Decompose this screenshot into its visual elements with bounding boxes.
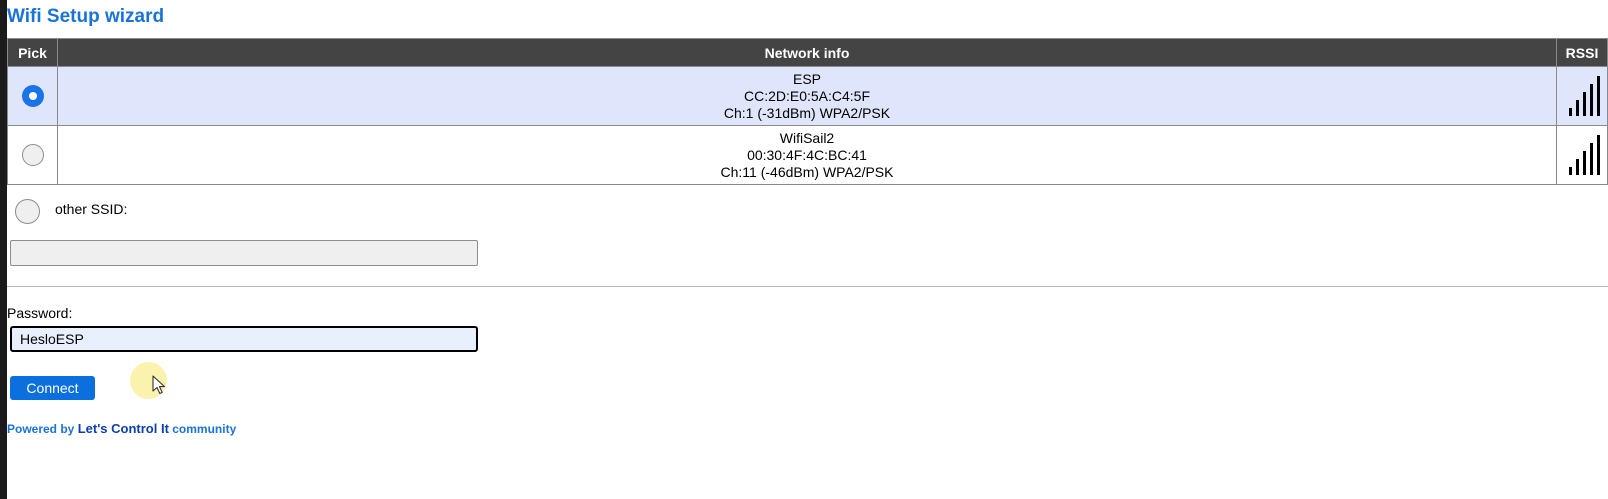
rssi-cell xyxy=(1556,125,1608,185)
table-row[interactable]: WifiSail2 00:30:4F:4C:BC:41 Ch:11 (-46dB… xyxy=(7,125,1608,185)
footer: Powered by Let's Control It community xyxy=(7,421,236,436)
pick-cell[interactable] xyxy=(7,125,58,185)
network-ssid: WifiSail2 xyxy=(779,129,835,146)
network-details: Ch:1 (-31dBm) WPA2/PSK xyxy=(723,104,891,121)
page-title: Wifi Setup wizard xyxy=(7,6,165,27)
network-table: Pick Network info RSSI ESP CC:2D:E0:5A:C… xyxy=(7,38,1608,185)
wifi-setup-page: Wifi Setup wizard Pick Network info RSSI… xyxy=(7,0,1608,499)
password-label: Password: xyxy=(7,305,73,321)
radio-selected-icon[interactable] xyxy=(21,85,44,107)
table-header-row: Pick Network info RSSI xyxy=(7,38,1608,67)
window-edge xyxy=(0,0,7,499)
other-ssid-input[interactable] xyxy=(10,240,478,266)
network-bssid: CC:2D:E0:5A:C4:5F xyxy=(743,87,871,104)
header-rssi: RSSI xyxy=(1556,38,1608,67)
network-ssid: ESP xyxy=(792,70,821,87)
network-bssid: 00:30:4F:4C:BC:41 xyxy=(747,146,867,163)
network-info-cell[interactable]: WifiSail2 00:30:4F:4C:BC:41 Ch:11 (-46dB… xyxy=(57,125,1557,185)
radio-unselected-icon[interactable] xyxy=(15,199,40,224)
rssi-cell xyxy=(1556,66,1608,126)
other-ssid-label: other SSID: xyxy=(55,200,128,217)
mouse-cursor-icon xyxy=(152,375,166,395)
signal-strength-icon xyxy=(1565,135,1600,175)
radio-unselected-icon[interactable] xyxy=(21,144,44,166)
connect-button[interactable]: Connect xyxy=(10,376,95,400)
other-ssid-option[interactable]: other SSID: xyxy=(15,199,127,224)
network-info-cell[interactable]: ESP CC:2D:E0:5A:C4:5F Ch:1 (-31dBm) WPA2… xyxy=(57,66,1557,126)
table-row[interactable]: ESP CC:2D:E0:5A:C4:5F Ch:1 (-31dBm) WPA2… xyxy=(7,66,1608,126)
footer-brand-link[interactable]: Let's Control It xyxy=(78,421,169,436)
header-pick: Pick xyxy=(7,38,58,67)
network-details: Ch:11 (-46dBm) WPA2/PSK xyxy=(720,163,894,180)
footer-powered-by: Powered by xyxy=(7,422,75,436)
password-input[interactable] xyxy=(10,326,478,352)
pick-cell[interactable] xyxy=(7,66,58,126)
footer-community: community xyxy=(172,422,237,436)
signal-strength-icon xyxy=(1565,76,1600,116)
divider xyxy=(7,286,1608,287)
header-network-info: Network info xyxy=(57,38,1557,67)
